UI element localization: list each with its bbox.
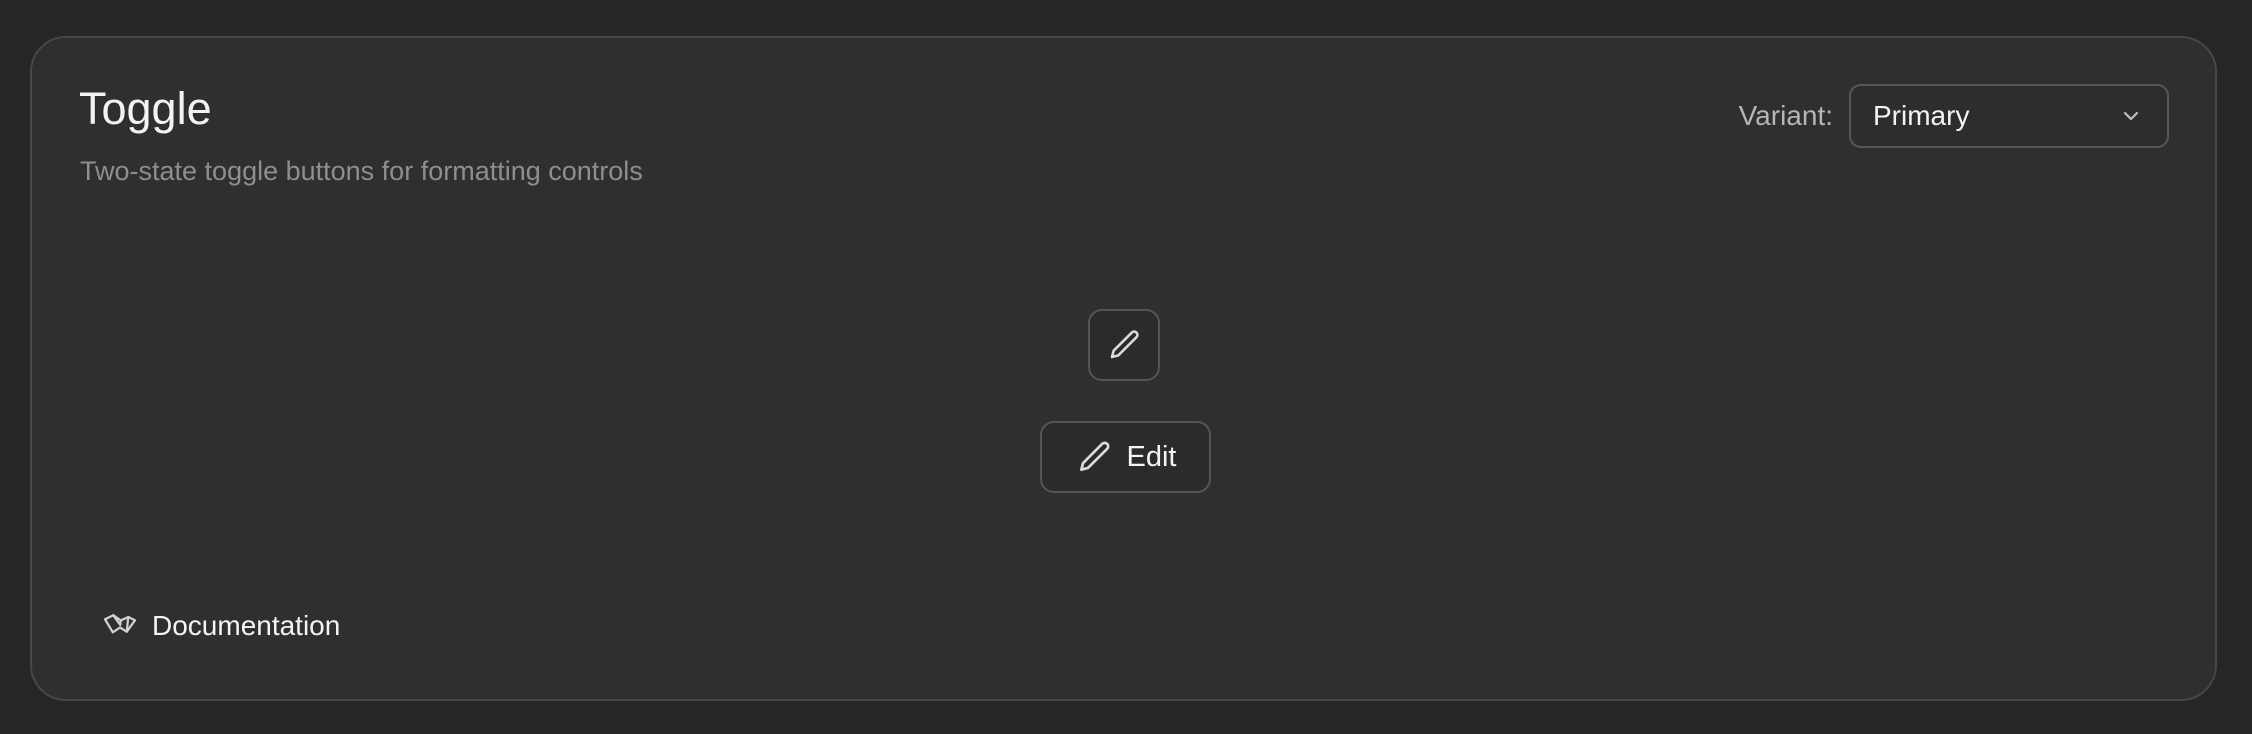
pencil-icon xyxy=(1106,327,1142,363)
book-open-icon xyxy=(102,608,138,644)
variant-selected-value: Primary xyxy=(1873,100,1970,131)
pencil-icon xyxy=(1075,438,1113,476)
toggle-edit-button[interactable]: Edit xyxy=(1040,421,1211,493)
component-subtitle: Two-state toggle buttons for formatting … xyxy=(80,156,643,186)
variant-select[interactable]: Primary xyxy=(1849,84,2169,148)
component-title: Toggle xyxy=(79,83,212,134)
toggle-component-card: Toggle Two-state toggle buttons for form… xyxy=(30,36,2217,701)
documentation-link[interactable]: Documentation xyxy=(102,608,340,644)
variant-label: Variant: xyxy=(1738,100,1833,131)
chevron-down-icon xyxy=(2123,111,2139,121)
variant-control: Variant: Primary xyxy=(1739,84,2169,148)
documentation-label: Documentation xyxy=(152,610,341,641)
toggle-icon-only-button[interactable] xyxy=(1088,309,1160,381)
toggle-edit-label: Edit xyxy=(1126,440,1177,473)
